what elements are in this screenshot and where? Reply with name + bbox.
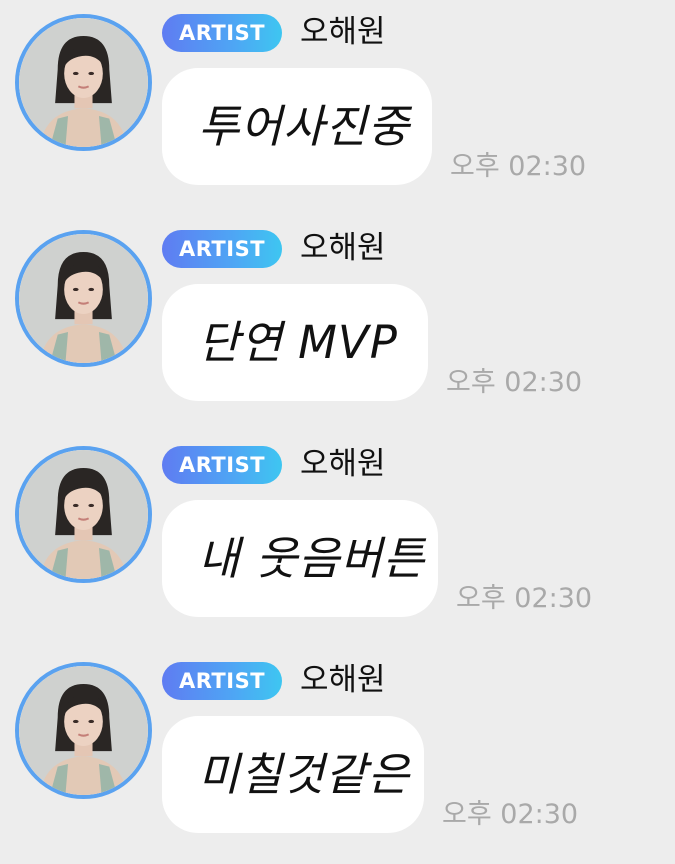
- message-time: 오후 02:30: [446, 367, 583, 398]
- message-bubble[interactable]: 투어사진중: [162, 68, 432, 185]
- artist-badge: ARTIST: [162, 662, 282, 700]
- avatar[interactable]: [15, 662, 152, 799]
- message-bubble[interactable]: 미칠것같은: [162, 716, 424, 833]
- message-time: 오후 02:30: [450, 151, 587, 182]
- sender-name[interactable]: 오해원: [300, 12, 386, 52]
- avatar[interactable]: [15, 14, 152, 151]
- sender-name[interactable]: 오해원: [300, 444, 386, 484]
- avatar-photo-icon: [19, 450, 148, 579]
- avatar-photo-icon: [19, 666, 148, 795]
- artist-badge: ARTIST: [162, 14, 282, 52]
- avatar-photo-icon: [19, 18, 148, 147]
- chat-message: ARTIST 오해원 내 웃음버튼 오후 02:30: [0, 432, 675, 648]
- sender-name[interactable]: 오해원: [300, 660, 386, 700]
- message-time: 오후 02:30: [456, 583, 593, 614]
- avatar-photo-icon: [19, 234, 148, 363]
- chat-message: ARTIST 오해원 투어사진중 오후 02:30: [0, 0, 675, 216]
- chat-message: ARTIST 오해원 단연 MVP 오후 02:30: [0, 216, 675, 432]
- avatar[interactable]: [15, 230, 152, 367]
- chat-message: ARTIST 오해원 미칠것같은 오후 02:30: [0, 648, 675, 864]
- message-time: 오후 02:30: [442, 799, 579, 830]
- avatar[interactable]: [15, 446, 152, 583]
- artist-badge: ARTIST: [162, 446, 282, 484]
- artist-badge: ARTIST: [162, 230, 282, 268]
- message-bubble[interactable]: 단연 MVP: [162, 284, 428, 401]
- sender-name[interactable]: 오해원: [300, 228, 386, 268]
- message-bubble[interactable]: 내 웃음버튼: [162, 500, 438, 617]
